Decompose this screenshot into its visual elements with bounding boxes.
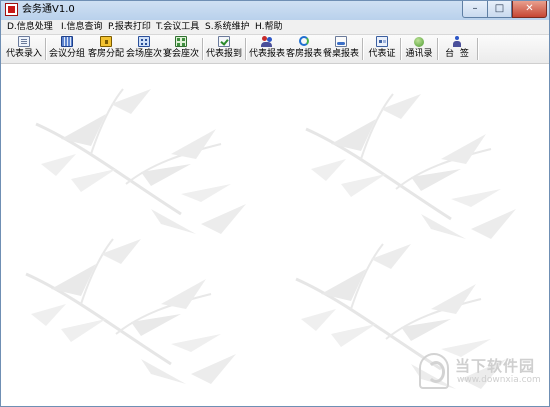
close-button[interactable]: ✕	[512, 1, 547, 18]
toolbar-separator	[362, 38, 364, 60]
toolbar-label: 代表报表	[248, 49, 285, 59]
toolbar-label: 台 签	[445, 49, 469, 59]
address-book-button[interactable]: 通讯录	[403, 36, 435, 62]
toolbar-separator	[245, 38, 247, 60]
menu-help[interactable]: H.帮助	[255, 21, 282, 33]
menu-report-print[interactable]: P.报表打印	[108, 21, 151, 33]
dining-table-report-button[interactable]: 餐桌报表	[322, 36, 360, 62]
toolbar-label: 客房分配	[87, 49, 124, 59]
table-sign-icon	[451, 36, 463, 47]
toolbar-separator	[400, 38, 402, 60]
venue-seating-button[interactable]: 会场座次	[125, 36, 163, 62]
refresh-report-icon	[298, 36, 310, 47]
meeting-grouping-button[interactable]: 会议分组	[48, 36, 86, 62]
toolbar-label: 代表报到	[205, 49, 242, 59]
address-book-icon	[413, 36, 425, 47]
banquet-seating-button[interactable]: 宴会座次	[162, 36, 200, 62]
workspace-area: 当下软件园 www.downxia.com	[1, 64, 549, 406]
menu-info-processing[interactable]: D.信息处理	[7, 21, 53, 33]
delegate-badge-button[interactable]: 代表证	[366, 36, 398, 62]
minimize-button[interactable]: –	[462, 1, 488, 18]
toolbar-label: 会议分组	[48, 49, 85, 59]
watermark-logo-icon	[419, 353, 449, 389]
grid-icon	[61, 36, 73, 47]
people-report-icon	[261, 36, 273, 47]
menu-system-maintenance[interactable]: S.系统维护	[205, 21, 250, 33]
maximize-button[interactable]: □	[488, 1, 512, 18]
menu-bar: D.信息处理 I.信息查询 P.报表打印 T.会议工具 S.系统维护 H.帮助	[1, 20, 549, 35]
menu-info-query[interactable]: I.信息查询	[61, 21, 103, 33]
delegate-report-button[interactable]: 代表报表	[248, 36, 286, 62]
toolbar-label: 会场座次	[125, 49, 162, 59]
toolbar-label: 通讯录	[405, 49, 433, 59]
banquet-icon	[175, 36, 187, 47]
toolbar-separator	[202, 38, 204, 60]
toolbar: 代表录入 会议分组 客房分配 会场座次 宴会座次 代表报到 代表报表 客房报表 …	[1, 35, 549, 64]
delegate-checkin-button[interactable]: 代表报到	[205, 36, 243, 62]
room-icon	[100, 36, 112, 47]
toolbar-separator	[437, 38, 439, 60]
app-window: 会务通V1.0 – □ ✕ D.信息处理 I.信息查询 P.报表打印 T.会议工…	[0, 0, 550, 407]
watermark-url: www.downxia.com	[457, 375, 541, 385]
toolbar-separator	[477, 38, 479, 60]
table-report-icon	[335, 36, 347, 47]
watermark: 当下软件园 www.downxia.com	[419, 353, 545, 399]
title-bar[interactable]: 会务通V1.0 – □ ✕	[1, 1, 549, 21]
app-logo-icon	[5, 3, 18, 16]
toolbar-label: 代表录入	[5, 49, 42, 59]
window-title: 会务通V1.0	[22, 4, 75, 15]
table-sign-button[interactable]: 台 签	[441, 36, 473, 62]
menu-meeting-tools[interactable]: T.会议工具	[156, 21, 199, 33]
watermark-name: 当下软件园	[455, 357, 536, 375]
room-report-button[interactable]: 客房报表	[285, 36, 323, 62]
toolbar-label: 餐桌报表	[322, 49, 359, 59]
toolbar-separator	[45, 38, 47, 60]
delegate-entry-button[interactable]: 代表录入	[5, 36, 43, 62]
toolbar-label: 代表证	[368, 49, 396, 59]
seating-icon	[138, 36, 150, 47]
document-icon	[18, 36, 30, 47]
check-in-icon	[218, 36, 230, 47]
toolbar-label: 客房报表	[285, 49, 322, 59]
room-allocation-button[interactable]: 客房分配	[87, 36, 125, 62]
toolbar-label: 宴会座次	[162, 49, 199, 59]
badge-card-icon	[376, 36, 388, 47]
